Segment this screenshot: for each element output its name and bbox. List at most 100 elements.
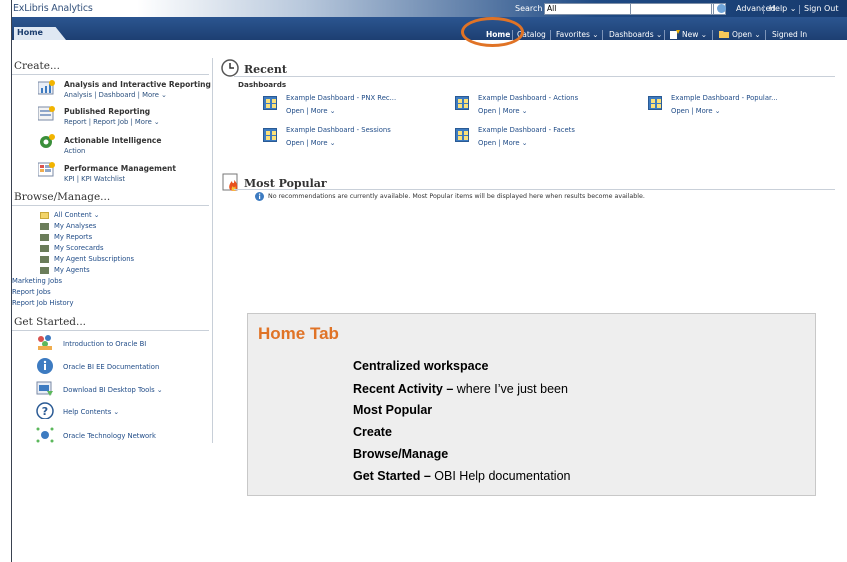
create-performance-title: Performance Management: [64, 164, 176, 173]
recent-item-title[interactable]: Example Dashboard - Facets: [478, 126, 575, 134]
callout-line: Get Started – OBI Help documentation: [353, 469, 571, 483]
nav-dashboards[interactable]: Dashboards ⌄: [609, 30, 662, 39]
help-icon: ?: [36, 402, 54, 419]
popular-info-message: No recommendations are currently availab…: [268, 193, 645, 200]
global-nav-bar: Home Home Catalog Favorites ⌄ Dashboards…: [12, 17, 847, 40]
browse-my-scorecards[interactable]: My Scorecards: [54, 244, 104, 252]
browse-my-agent-subscriptions[interactable]: My Agent Subscriptions: [54, 255, 134, 263]
browse-report-job-history[interactable]: Report Job History: [12, 299, 74, 307]
user-folder-icon: [40, 223, 49, 230]
search-scope-value: All: [547, 4, 557, 13]
nav-favorites[interactable]: Favorites ⌄: [556, 30, 599, 39]
create-actionable-title: Actionable Intelligence: [64, 136, 162, 145]
info-icon: [37, 358, 53, 374]
divider: [765, 30, 766, 40]
divider: [550, 30, 551, 40]
divider: [12, 205, 209, 206]
download-icon: [36, 381, 53, 396]
actionable-intelligence-icon: [40, 134, 55, 148]
divider: [12, 330, 209, 331]
create-published-links[interactable]: Report | Report Job | More ⌄: [64, 118, 160, 126]
folder-icon: [40, 212, 49, 219]
recent-heading: Recent: [244, 63, 287, 76]
get-started-otn[interactable]: Oracle Technology Network: [63, 432, 156, 440]
nav-open[interactable]: Open ⌄: [732, 30, 761, 39]
help-menu[interactable]: Help ⌄: [769, 4, 796, 13]
published-reporting-icon: [38, 106, 55, 121]
callout-box: Home Tab Centralized workspace Recent Ac…: [247, 313, 816, 496]
browse-all-content[interactable]: All Content ⌄: [54, 211, 99, 219]
oracle-bi-home-page: ExLibris Analytics Search All ▾ Advanced…: [0, 0, 847, 562]
recent-item-links[interactable]: Open | More ⌄: [286, 139, 335, 147]
divider: [763, 5, 764, 14]
browse-marketing-jobs[interactable]: Marketing Jobs: [12, 277, 62, 285]
user-folder-icon: [40, 245, 49, 252]
browse-my-analyses[interactable]: My Analyses: [54, 222, 96, 230]
performance-management-icon: [38, 162, 55, 177]
user-folder-icon: [40, 234, 49, 241]
user-folder-icon: [40, 256, 49, 263]
search-label: Search: [515, 4, 543, 13]
browse-report-jobs[interactable]: Report Jobs: [12, 288, 51, 296]
get-started-intro[interactable]: Introduction to Oracle BI: [63, 340, 146, 348]
brand-logo: ExLibris Analytics: [13, 3, 93, 14]
callout-line: Most Popular: [353, 403, 433, 417]
callout-line: Centralized workspace: [353, 359, 489, 373]
callout-line: Browse/Manage: [353, 447, 449, 461]
get-started-heading: Get Started...: [14, 316, 87, 328]
recent-item-title[interactable]: Example Dashboard - Sessions: [286, 126, 391, 134]
highlight-circle: [461, 17, 524, 47]
create-heading: Create...: [14, 60, 60, 72]
dashboard-icon: [263, 128, 277, 142]
get-started-help-contents[interactable]: Help Contents ⌄: [63, 408, 119, 416]
folder-open-icon[interactable]: [719, 30, 730, 40]
divider: [664, 30, 665, 40]
get-started-download-tools[interactable]: Download BI Desktop Tools ⌄: [63, 386, 163, 394]
recent-item-links[interactable]: Open | More ⌄: [478, 107, 527, 115]
tab-home-label: Home: [17, 28, 43, 37]
recent-item-links[interactable]: Open | More ⌄: [478, 139, 527, 147]
tab-home[interactable]: Home: [14, 27, 66, 40]
divider: [602, 30, 603, 40]
create-performance-links[interactable]: KPI | KPI Watchlist: [64, 175, 125, 183]
dashboard-icon: [263, 96, 277, 110]
create-analysis-title: Analysis and Interactive Reporting: [64, 80, 211, 89]
callout-line: Recent Activity – where I’ve just been: [353, 382, 568, 396]
search-input[interactable]: [630, 3, 712, 15]
create-published-title: Published Reporting: [64, 107, 151, 116]
dashboard-icon: [648, 96, 662, 110]
recent-item-title[interactable]: Example Dashboard - Actions: [478, 94, 578, 102]
dashboard-icon: [455, 128, 469, 142]
dashboards-label: Dashboards: [238, 80, 287, 89]
divider: [12, 74, 209, 75]
nav-new[interactable]: New ⌄: [682, 30, 707, 39]
create-analysis-links[interactable]: Analysis | Dashboard | More ⌄: [64, 91, 167, 99]
network-icon: [36, 427, 54, 443]
callout-line: Create: [353, 425, 392, 439]
people-icon: [38, 335, 52, 350]
nav-new-icon[interactable]: [670, 30, 680, 41]
clock-icon: [221, 59, 239, 77]
recent-item-title[interactable]: Example Dashboard - Popular...: [671, 94, 778, 102]
divider: [712, 30, 713, 40]
svg-text:?: ?: [42, 405, 48, 418]
recent-item-title[interactable]: Example Dashboard - PNX Rec...: [286, 94, 396, 102]
divider: [234, 189, 835, 190]
nav-signed-in[interactable]: Signed In: [772, 30, 807, 39]
analysis-icon: [38, 80, 55, 95]
recent-item-links[interactable]: Open | More ⌄: [286, 107, 335, 115]
create-actionable-links[interactable]: Action: [64, 147, 85, 155]
divider: [799, 5, 800, 14]
divider: [234, 76, 835, 77]
callout-title: Home Tab: [258, 324, 339, 343]
info-icon: [255, 192, 264, 201]
user-folder-icon: [40, 267, 49, 274]
left-panel: Create... Analysis and Interactive Repor…: [12, 58, 213, 443]
recent-item-links[interactable]: Open | More ⌄: [671, 107, 720, 115]
dashboard-icon: [455, 96, 469, 110]
sign-out-link[interactable]: Sign Out: [804, 4, 839, 13]
get-started-documentation[interactable]: Oracle BI EE Documentation: [63, 363, 159, 371]
browse-my-reports[interactable]: My Reports: [54, 233, 92, 241]
search-go-icon[interactable]: [717, 4, 726, 13]
browse-my-agents[interactable]: My Agents: [54, 266, 90, 274]
